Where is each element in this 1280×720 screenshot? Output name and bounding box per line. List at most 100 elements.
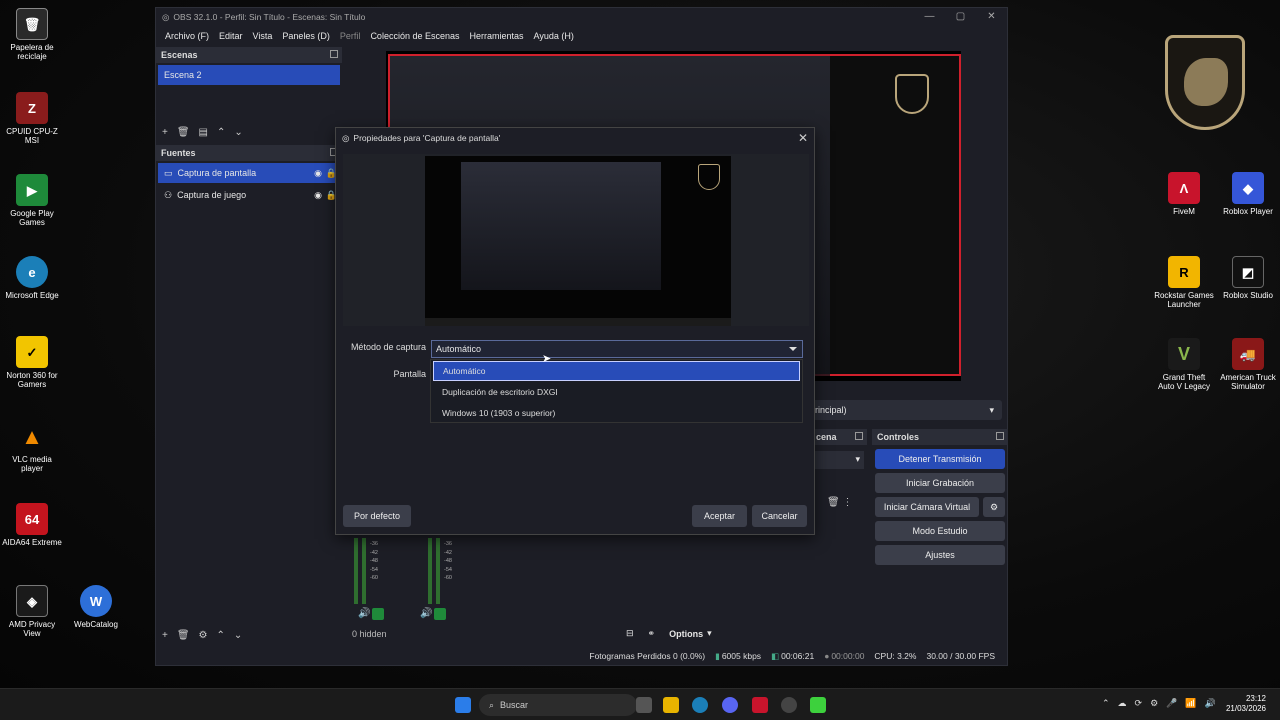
option-automatico[interactable]: Automático: [433, 361, 800, 381]
record-time: 00:00:00: [831, 651, 865, 661]
amd-shield-icon: ◈: [16, 585, 48, 617]
meter-scale: -36 -42 -48 -54 -60: [444, 541, 452, 581]
virtual-cam-settings-button[interactable]: ⚙: [983, 497, 1005, 517]
edge-logo-icon: e: [16, 256, 48, 288]
menu-bar: Archivo (F) Editar Vista Paneles (D) Per…: [156, 26, 1007, 46]
add-icon[interactable]: +: [162, 127, 168, 138]
menu-archivo[interactable]: Archivo (F): [160, 31, 214, 41]
close-icon[interactable]: ✕: [798, 131, 808, 145]
fivem-icon[interactable]: Λ FiveM: [1154, 172, 1214, 216]
link-icon[interactable]: ⚭: [648, 628, 656, 639]
ats-icon[interactable]: 🚚 American Truck Simulator: [1218, 338, 1278, 391]
up-icon[interactable]: ⌃: [217, 127, 225, 138]
amd-privacy-icon[interactable]: ◈ AMD Privacy View: [2, 585, 62, 638]
roblox-player-icon[interactable]: ◆ Roblox Player: [1218, 172, 1278, 216]
menu-editar[interactable]: Editar: [214, 31, 248, 41]
source-item-pantalla[interactable]: ▭ Captura de pantalla ◉ 🔒: [158, 163, 340, 183]
tray-icons[interactable]: ⌃☁⟳⚙🎤📶🔊: [1102, 698, 1224, 709]
transition-type-select[interactable]: ▾: [814, 451, 864, 469]
transition-select[interactable]: rincipal) ▾: [811, 400, 1002, 420]
defaults-button[interactable]: Por defecto: [343, 505, 411, 527]
google-play-games-icon[interactable]: ▶ Google Play Games: [2, 174, 62, 227]
edge-taskbar-icon[interactable]: [692, 697, 708, 713]
cpuz-logo-icon: Z: [16, 92, 48, 124]
minimize-icon[interactable]: —: [914, 8, 945, 26]
float-icon[interactable]: [855, 432, 863, 440]
menu-ayuda[interactable]: Ayuda (H): [529, 31, 579, 41]
close-icon[interactable]: ✕: [976, 8, 1007, 26]
down-icon[interactable]: ⌄: [234, 127, 242, 138]
layout-icon[interactable]: ⊟: [626, 628, 634, 639]
capture-method-select[interactable]: Automático: [431, 340, 803, 358]
option-dxgi[interactable]: Duplicación de escritorio DXGI: [433, 382, 800, 402]
option-windows10[interactable]: Windows 10 (1903 o superior): [433, 403, 800, 423]
volume-meter: [436, 538, 440, 604]
settings-button[interactable]: Ajustes: [875, 545, 1005, 565]
down-icon[interactable]: ⌄: [234, 630, 242, 641]
start-recording-button[interactable]: Iniciar Grabación: [875, 473, 1005, 493]
ok-button[interactable]: Aceptar: [692, 505, 747, 527]
discord-icon[interactable]: [722, 697, 738, 713]
more-icon[interactable]: ⋮: [842, 497, 852, 508]
norton-icon[interactable]: ✓ Norton 360 for Gamers: [2, 336, 62, 389]
scene-item[interactable]: Escena 2: [158, 65, 340, 85]
headphones-icon[interactable]: [434, 608, 446, 620]
float-icon[interactable]: [996, 432, 1004, 440]
speaker-icon[interactable]: 🔊: [358, 608, 370, 619]
float-icon[interactable]: [330, 50, 338, 58]
stop-streaming-button[interactable]: Detener Transmisión: [875, 449, 1005, 469]
recycle-bin-icon[interactable]: 🗑 Papelera de reciclaje: [2, 8, 62, 61]
cancel-button[interactable]: Cancelar: [752, 505, 807, 527]
cpuz-icon[interactable]: Z CPUID CPU-Z MSI: [2, 92, 62, 145]
gta-icon[interactable]: V Grand Theft Auto V Legacy: [1154, 338, 1214, 391]
options-button[interactable]: Options: [669, 629, 703, 639]
start-virtual-cam-button[interactable]: Iniciar Cámara Virtual: [875, 497, 979, 517]
roblox-studio-icon[interactable]: ◩ Roblox Studio: [1218, 256, 1278, 300]
menu-vista[interactable]: Vista: [248, 31, 278, 41]
roblox-logo-icon: ◆: [1232, 172, 1264, 204]
sources-toolbar: + 🗑 ⚙ ⌃ ⌄: [156, 625, 342, 645]
file-explorer-icon[interactable]: [663, 697, 679, 713]
trash-icon[interactable]: 🗑: [177, 630, 190, 641]
task-view-icon[interactable]: [636, 697, 652, 713]
truck-icon: 🚚: [1232, 338, 1264, 370]
trash-icon[interactable]: 🗑: [177, 127, 190, 138]
maximize-icon[interactable]: ▢: [945, 8, 976, 26]
fivem-taskbar-icon[interactable]: [752, 697, 768, 713]
up-icon[interactable]: ⌃: [217, 630, 225, 641]
menu-herramientas[interactable]: Herramientas: [465, 31, 529, 41]
eye-icon[interactable]: ◉: [314, 190, 322, 201]
monitor-icon: ▭: [164, 167, 173, 178]
webcatalog-icon[interactable]: W WebCatalog: [66, 585, 126, 629]
menu-paneles[interactable]: Paneles (D): [277, 31, 335, 41]
studio-mode-button[interactable]: Modo Estudio: [875, 521, 1005, 541]
vlc-cone-icon: ▲: [21, 423, 43, 449]
gear-icon[interactable]: ⚙: [199, 630, 208, 641]
source-preview-image: [425, 156, 731, 326]
trash-icon[interactable]: 🗑: [827, 497, 840, 508]
add-icon[interactable]: +: [162, 630, 168, 641]
windows-start-icon[interactable]: [455, 697, 471, 713]
vlc-icon[interactable]: ▲ VLC media player: [2, 420, 62, 473]
taskbar-search[interactable]: ⌕ Buscar: [479, 694, 637, 716]
filter-icon[interactable]: ▤: [199, 127, 208, 138]
menu-coleccion[interactable]: Colección de Escenas: [365, 31, 464, 41]
kick-icon[interactable]: [810, 697, 826, 713]
menu-perfil[interactable]: Perfil: [335, 31, 366, 41]
msi-mini-logo: [698, 164, 720, 190]
eye-icon[interactable]: ◉: [314, 168, 322, 179]
source-item-juego[interactable]: ⚇ Captura de juego ◉ 🔒: [158, 185, 340, 205]
volume-meter: [362, 538, 366, 604]
scenes-toolbar: + 🗑 ▤ ⌃ ⌄: [156, 122, 342, 142]
speaker-icon[interactable]: 🔊: [420, 608, 432, 619]
aida64-icon[interactable]: 64 AIDA64 Extreme: [2, 503, 62, 547]
edge-icon[interactable]: e Microsoft Edge: [2, 256, 62, 300]
controls-header: Controles: [872, 429, 1008, 445]
capture-method-label: Método de captura: [350, 342, 426, 352]
obs-taskbar-icon[interactable]: [781, 697, 797, 713]
source-preview: [343, 154, 809, 326]
transitions-dock: cena ▾ 🗑 ⋮: [811, 429, 867, 665]
rockstar-icon[interactable]: R Rockstar Games Launcher: [1154, 256, 1214, 309]
clock[interactable]: 23:12 21/03/2026: [1226, 694, 1266, 714]
headphones-icon[interactable]: [372, 608, 384, 620]
